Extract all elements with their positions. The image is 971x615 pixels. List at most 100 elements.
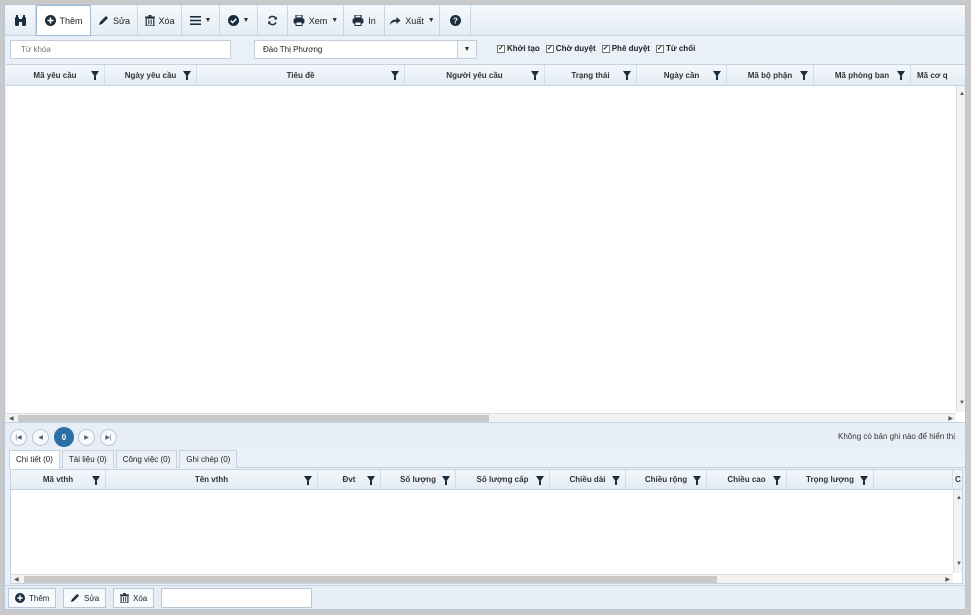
filter-icon[interactable] [713, 71, 721, 80]
checkbox-checked-icon[interactable]: ✓ [497, 44, 505, 53]
scroll-up-icon[interactable]: ▲ [959, 91, 965, 97]
column-header-issued-quantity[interactable]: Số lượng cấp [456, 470, 550, 489]
tab-notes[interactable]: Ghi chép (0) [179, 450, 238, 468]
approve-dropdown-button[interactable]: ▼ [220, 5, 258, 36]
add-item-button[interactable]: Thêm [8, 588, 57, 608]
filter-icon[interactable] [623, 71, 631, 80]
filter-icon[interactable] [531, 71, 539, 80]
add-item-button-label: Thêm [29, 593, 50, 603]
requests-grid-vertical-scrollbar[interactable]: ▲ ▼ [956, 86, 965, 412]
column-header-department-code[interactable]: Mã phòng ban [814, 65, 911, 85]
column-header-blank[interactable] [874, 470, 953, 489]
items-grid-vertical-scrollbar[interactable]: ▲ ▼ [953, 490, 962, 573]
filter-icon[interactable] [367, 476, 375, 485]
column-header-partial[interactable]: C [953, 470, 962, 489]
checkbox-checked-icon[interactable]: ✓ [601, 44, 610, 53]
requests-grid-horizontal-scrollbar[interactable]: ◀ ▶ [6, 413, 956, 422]
filter-icon[interactable] [391, 71, 399, 80]
tab-details[interactable]: Chi tiết (0) [9, 450, 60, 469]
print-button[interactable]: In [344, 5, 385, 36]
checkbox-checked-icon[interactable]: ✓ [545, 44, 554, 53]
column-header-agency-code[interactable]: Mã cơ q [911, 65, 965, 85]
filter-icon[interactable] [536, 476, 544, 485]
chevron-down-icon[interactable]: ▼ [457, 41, 476, 58]
refresh-icon [267, 15, 278, 26]
column-header-title[interactable]: Tiêu đề [197, 65, 405, 85]
filter-icon[interactable] [773, 476, 781, 485]
print-button-label: In [368, 15, 376, 26]
column-header-weight[interactable]: Trọng lượng [787, 470, 874, 489]
last-page-icon: ▶| [105, 435, 112, 441]
view-dropdown-button[interactable]: Xem ▼ [288, 5, 344, 36]
tab-documents[interactable]: Tài liệu (0) [61, 450, 114, 468]
column-header-quantity[interactable]: Số lượng [381, 470, 456, 489]
menu-lines-icon [189, 16, 201, 25]
menu-dropdown-button[interactable]: ▼ [182, 5, 220, 36]
scroll-up-icon[interactable]: ▲ [956, 495, 962, 501]
delete-button[interactable]: Xóa [138, 5, 182, 36]
items-grid-horizontal-scrollbar[interactable]: ◀ ▶ [11, 574, 953, 583]
search-button[interactable] [5, 5, 36, 36]
column-header-requester[interactable]: Người yêu cầu [405, 65, 545, 85]
pencil-icon [70, 593, 80, 603]
status-checkbox-pending[interactable]: ✓ Chờ duyệt [545, 44, 596, 53]
edit-button[interactable]: Sửa [91, 5, 138, 36]
add-button[interactable]: Thêm [36, 5, 91, 36]
filter-icon[interactable] [693, 476, 701, 485]
help-button[interactable]: ? [440, 5, 471, 36]
plus-circle-icon [44, 15, 56, 26]
filter-icon[interactable] [897, 71, 905, 80]
printer-icon [293, 15, 305, 26]
add-button-label: Thêm [59, 15, 83, 26]
filter-icon[interactable] [91, 71, 99, 80]
first-page-button[interactable]: |◀ [10, 429, 27, 446]
app-window: Thêm Sửa Xóa ▼ ▼ Xem ▼ In Xuất ▼ ? Từ kh… [4, 4, 966, 610]
column-header-item-name[interactable]: Tên vthh [106, 470, 318, 489]
check-circle-icon [227, 15, 239, 26]
tab-tasks[interactable]: Công việc (0) [115, 450, 178, 468]
scroll-right-icon[interactable]: ▶ [945, 577, 950, 583]
column-header-height[interactable]: Chiều cao [707, 470, 787, 489]
detail-tabs: Chi tiết (0) Tài liệu (0) Công việc (0) … [9, 450, 965, 469]
item-quick-input[interactable] [161, 588, 312, 608]
status-checkbox-rejected[interactable]: ✓ Từ chối [655, 44, 695, 53]
column-header-width[interactable]: Chiều rộng [626, 470, 707, 489]
column-header-unit-code[interactable]: Mã bộ phận [727, 65, 814, 85]
keyword-input[interactable] [10, 40, 231, 59]
last-page-button[interactable]: ▶| [100, 429, 117, 446]
filter-icon[interactable] [442, 476, 450, 485]
next-page-button[interactable]: ▶ [78, 429, 95, 446]
filter-icon[interactable] [183, 71, 191, 80]
export-dropdown-button[interactable]: Xuất ▼ [385, 5, 440, 36]
scrollbar-thumb[interactable] [24, 576, 717, 583]
filter-icon[interactable] [860, 476, 868, 485]
previous-page-button[interactable]: ◀ [32, 429, 49, 446]
edit-item-button[interactable]: Sửa [63, 588, 107, 608]
filter-icon[interactable] [304, 476, 312, 485]
filter-icon[interactable] [612, 476, 620, 485]
requester-select[interactable]: Đào Thị Phương ▼ [254, 40, 477, 59]
column-header-status[interactable]: Trạng thái [545, 65, 637, 85]
column-header-length[interactable]: Chiều dài [550, 470, 626, 489]
items-toolbar: Thêm Sửa Xóa [5, 585, 965, 609]
current-page-indicator[interactable]: 0 [54, 427, 74, 447]
scroll-left-icon[interactable]: ◀ [14, 577, 19, 583]
column-header-request-code[interactable]: Mã yêu cầu [6, 65, 105, 85]
refresh-button[interactable] [258, 5, 288, 36]
delete-item-button[interactable]: Xóa [113, 588, 155, 608]
scroll-down-icon[interactable]: ▼ [956, 561, 962, 567]
filter-icon[interactable] [800, 71, 808, 80]
column-header-request-date[interactable]: Ngày yêu cầu [105, 65, 197, 85]
column-header-unit[interactable]: Đvt [318, 470, 381, 489]
items-grid-header: Mã vthh Tên vthh Đvt Số lượng Số lượng c… [11, 470, 962, 490]
filter-icon[interactable] [92, 476, 100, 485]
scrollbar-thumb[interactable] [18, 415, 489, 422]
scroll-down-icon[interactable]: ▼ [959, 400, 965, 406]
column-header-item-code[interactable]: Mã vthh [11, 470, 106, 489]
checkbox-checked-icon[interactable]: ✓ [655, 44, 664, 53]
status-checkbox-approved[interactable]: ✓ Phê duyệt [601, 44, 650, 53]
printer-icon [352, 15, 364, 26]
status-checkbox-created[interactable]: ✓ Khởi tạo [497, 44, 540, 53]
chevron-down-icon: ▼ [242, 17, 250, 24]
column-header-need-date[interactable]: Ngày cần [637, 65, 727, 85]
